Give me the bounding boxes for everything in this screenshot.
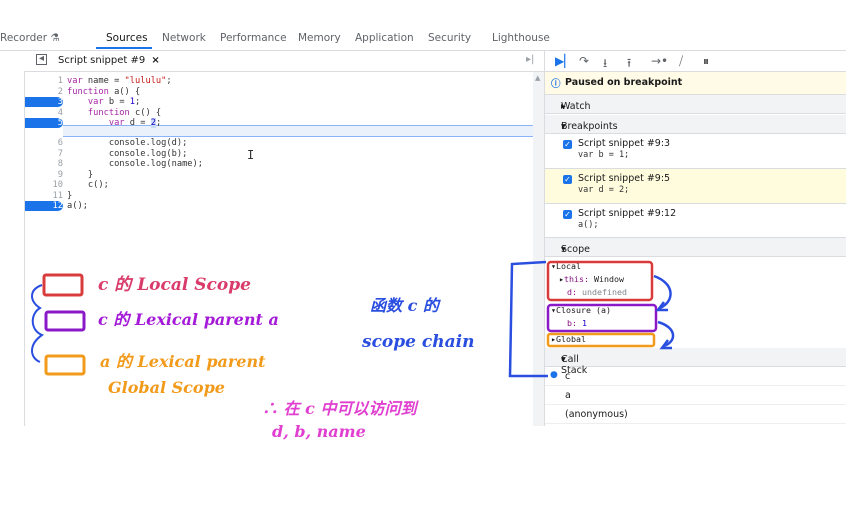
closure-scope-highlight [546, 303, 658, 333]
red-box [42, 273, 84, 297]
purple-box [44, 310, 86, 332]
global-scope-highlight [546, 332, 656, 348]
annotation-conclusion: ∴ 在 c 中可以访问到 [262, 399, 417, 418]
blue-bracket [31, 284, 45, 363]
annotation-local-scope: c 的 Local Scope [98, 275, 251, 295]
annotation-global-scope: Global Scope [108, 378, 225, 397]
annotation-scope-chain: scope chain [362, 332, 475, 352]
orange-box [44, 354, 86, 376]
annotation-lexical-parent-a: c 的 Lexical parent a [98, 310, 279, 329]
annotation-lexical-parent-global: a 的 Lexical parent [100, 352, 266, 371]
annotation-accessible-vars: d, b, name [272, 422, 366, 441]
local-scope-highlight [546, 260, 654, 302]
scope-chain-bracket [508, 260, 548, 378]
handwritten-overlay [31, 260, 675, 378]
annotation-function-c: 函数 c 的 [370, 296, 439, 315]
